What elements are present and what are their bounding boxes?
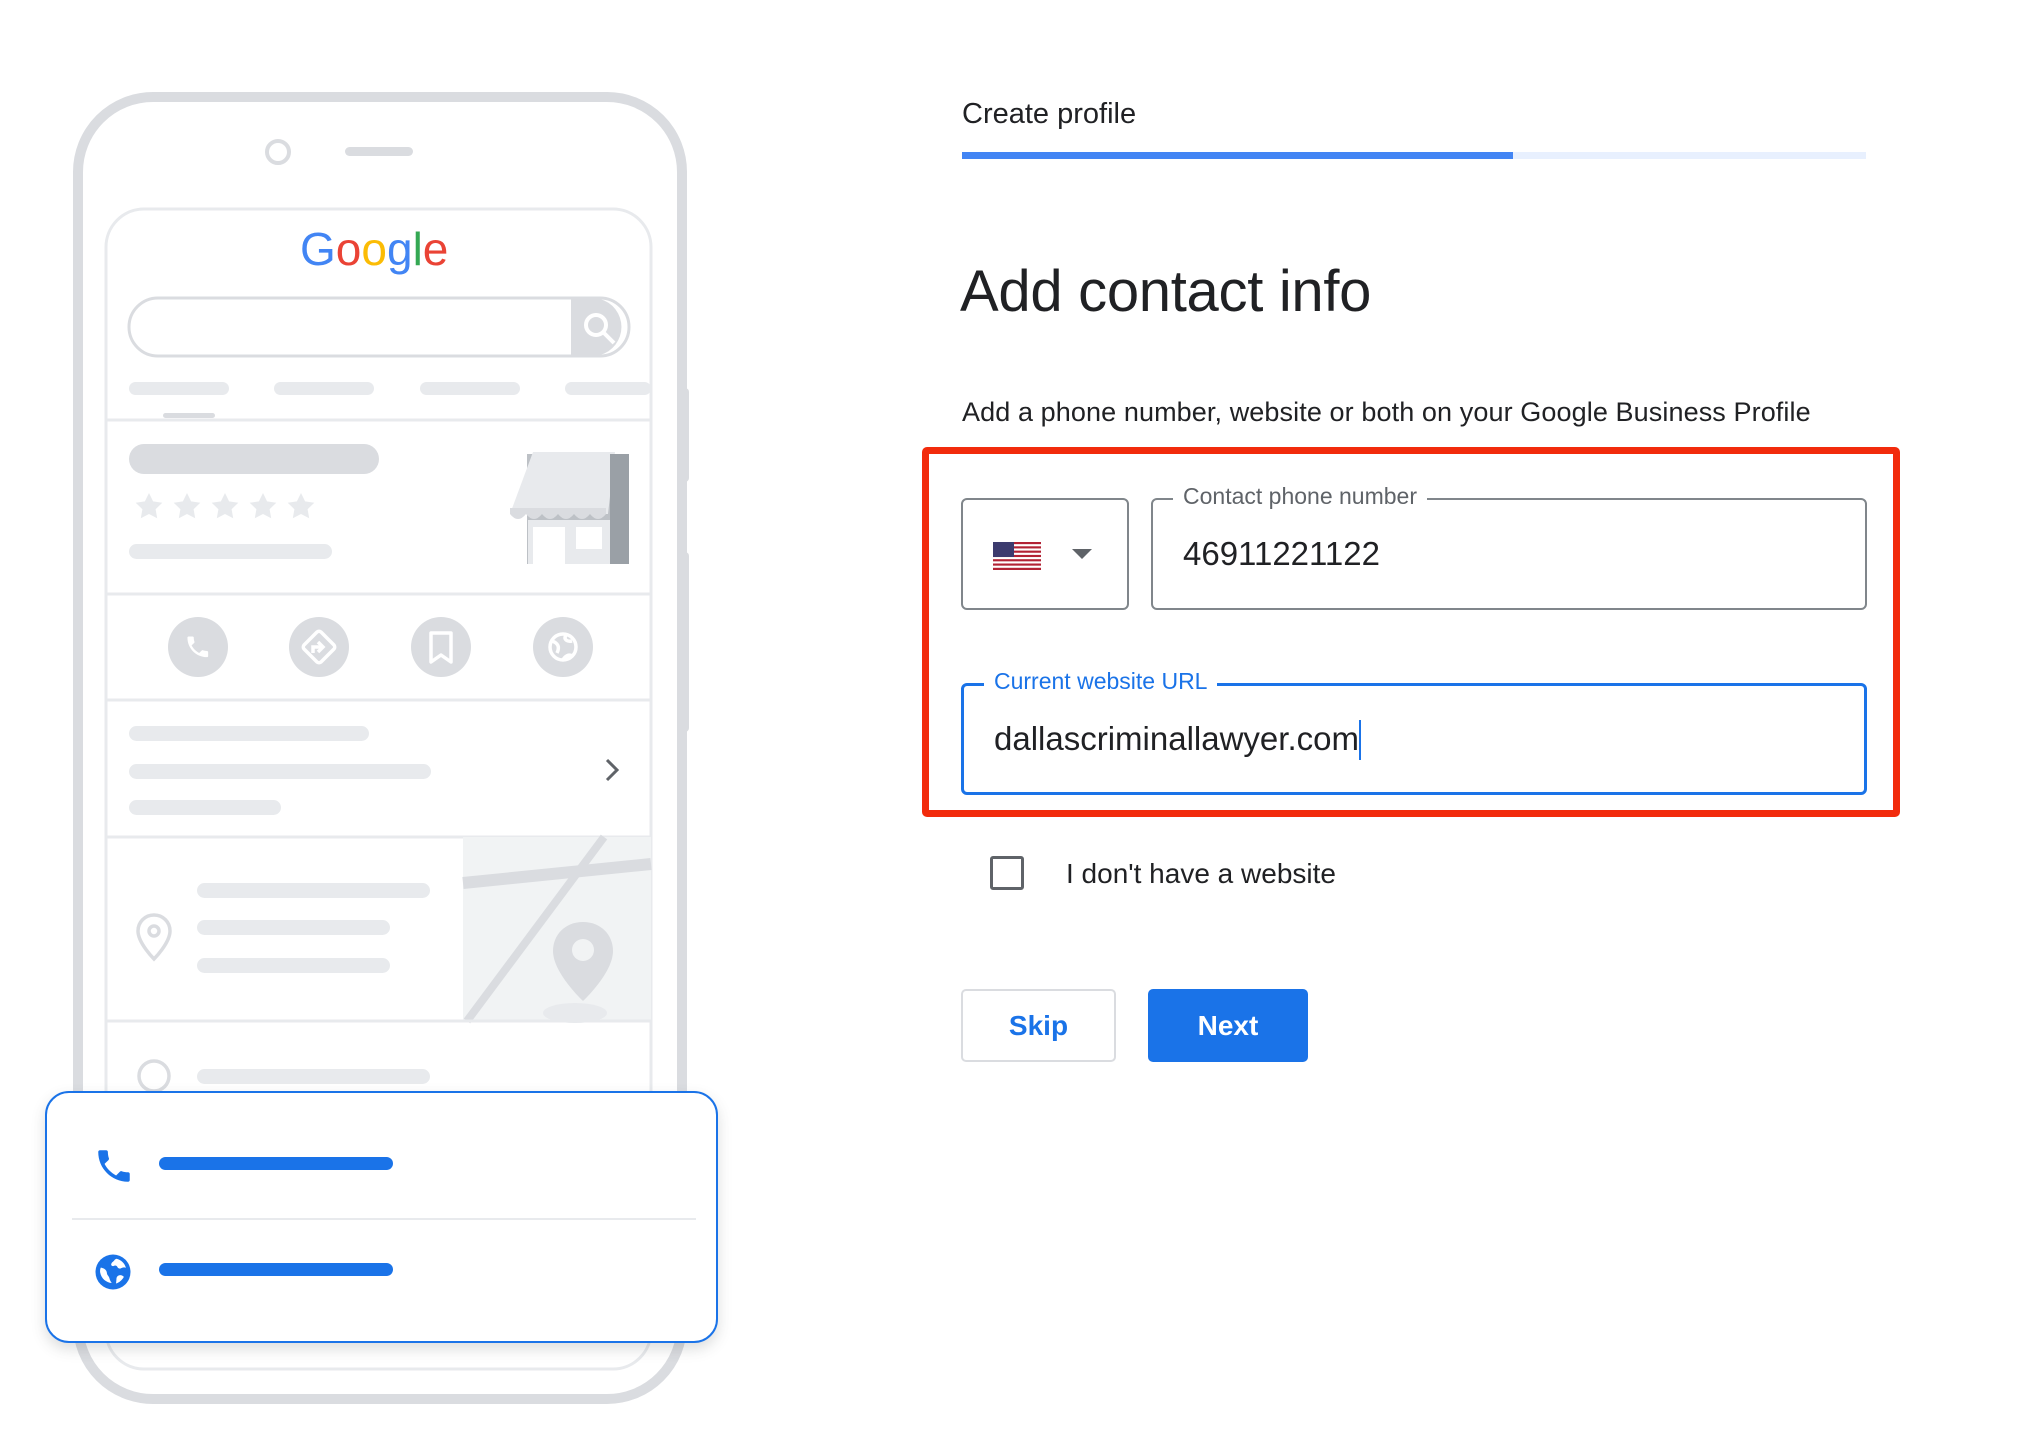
phone-input[interactable] [1183,500,1753,608]
google-logo-letter: o [336,223,362,275]
website-placeholder-line [159,1263,393,1276]
page-subtitle: Add a phone number, website or both on y… [962,397,1811,427]
us-flag-icon [993,542,1041,570]
page-title: Add contact info [960,259,1372,324]
progress-bar [962,152,1866,159]
google-logo-letter: G [300,223,336,275]
skip-button[interactable]: Skip [961,989,1116,1062]
card-divider [72,1218,696,1220]
map-thumbnail [462,834,652,1024]
globe-icon [95,1254,131,1290]
no-website-label[interactable]: I don't have a website [1066,858,1336,890]
phone-field[interactable]: Contact phone number [1151,483,1867,610]
google-logo-letter: e [423,223,449,275]
svg-text:Google: Google [300,223,448,275]
country-code-select[interactable] [961,498,1129,610]
phone-icon [98,1150,130,1182]
dropdown-caret-icon [1072,549,1092,559]
step-label: Create profile [962,98,1137,130]
contact-preview-card [45,1091,718,1343]
phone-placeholder-line [159,1157,393,1170]
website-input[interactable] [994,686,1714,792]
progress-fill [962,152,1514,159]
storefront-icon [510,452,629,564]
no-website-checkbox[interactable] [990,856,1024,890]
google-logo-letter: o [361,223,387,275]
google-logo-letter: l [413,223,423,275]
google-logo: Google [300,223,448,275]
next-button[interactable]: Next [1148,989,1308,1062]
speaker-grille [345,147,413,156]
website-field[interactable]: Current website URL [961,668,1867,795]
google-logo-letter: g [387,223,413,275]
text-cursor [1359,720,1361,760]
